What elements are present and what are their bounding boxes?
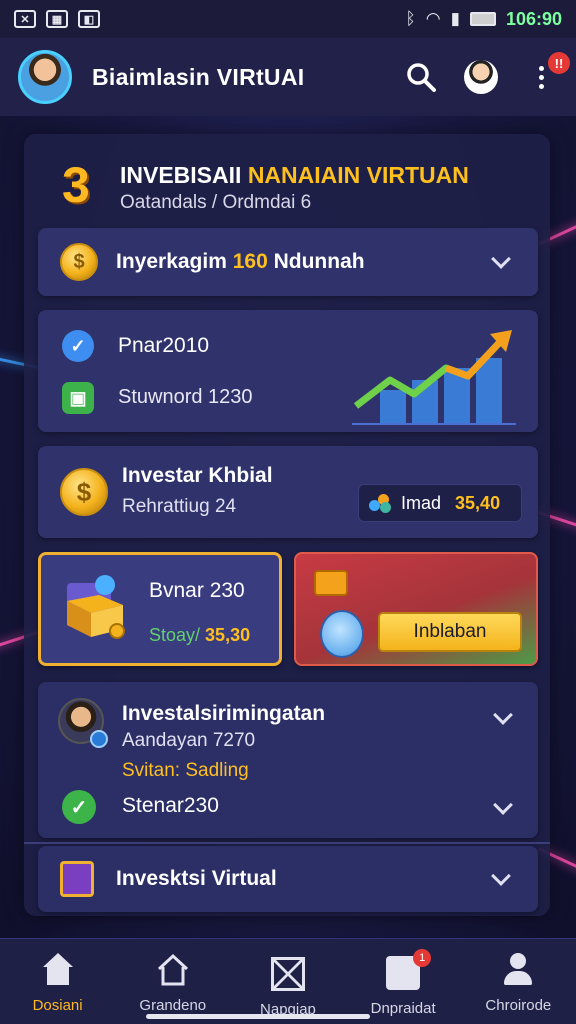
divider [24, 842, 550, 844]
check-icon: ▣ [62, 382, 94, 414]
clock: 106:90 [505, 8, 562, 29]
search-icon [90, 730, 108, 748]
virtual-row[interactable]: Invesktsi Virtual [38, 846, 538, 912]
detail-row-label: Stenar230 [122, 794, 219, 817]
action-button[interactable]: Inblaban [378, 612, 522, 652]
mascot-icon [320, 610, 364, 658]
coin-icon: $ [60, 243, 98, 281]
investor-stat-value: 35,40 [455, 492, 501, 513]
bluetooth-icon: ᛒ [405, 9, 416, 28]
wifi-icon: ◠ [425, 9, 441, 28]
box-icon [67, 575, 125, 639]
status-bar: ✕ ▦ ◧ ᛒ ◠ ▮ 106:90 [0, 0, 576, 38]
chevron-down-icon [491, 866, 511, 886]
x-icon: ✕ [14, 10, 36, 28]
qr-icon: ▦ [46, 10, 68, 28]
chevron-down-icon[interactable] [493, 705, 513, 725]
panel-title-main: INVEBISAII [120, 162, 248, 188]
investor-card[interactable]: $ Investar Khbial Rehrattiug 24 Imad 35,… [38, 446, 538, 538]
panel-title: INVEBISAII NANAIAIN VIRTUAN [120, 162, 469, 189]
nav-label: Dnpraidat [370, 1000, 436, 1017]
shield-icon: ◧ [78, 10, 100, 28]
profile-button[interactable] [464, 60, 498, 94]
detail-title: Investalsirimingatan [122, 702, 326, 725]
investor-title: Investar Khbial [122, 464, 273, 487]
stats-row-1: Pnar2010 [118, 334, 210, 357]
chevron-down-icon[interactable] [493, 795, 513, 815]
stats-card[interactable]: ✓ Pnar2010 ▣ Stuwnord 1230 [38, 310, 538, 432]
more-icon [538, 65, 544, 89]
box-card-stat: Stoay/ 35,30 [149, 625, 250, 646]
home-indicator[interactable] [146, 1014, 370, 1019]
investor-stat-pill[interactable]: Imad 35,40 [358, 484, 522, 522]
profile-icon [464, 60, 498, 94]
nav-item-profile[interactable]: Chroirode [468, 953, 568, 1014]
chevron-down-icon [491, 249, 511, 269]
investment-label-suffix: Ndunnah [267, 250, 365, 273]
home-icon [41, 953, 75, 987]
search-button[interactable] [404, 60, 438, 94]
user-icon [501, 953, 535, 987]
search-icon [407, 63, 436, 92]
box-card-value: 35,30 [205, 625, 251, 645]
box-card[interactable]: Bvnar 230 Stoay/ 35,30 [38, 552, 282, 666]
nav-badge: 1 [413, 949, 432, 967]
detail-card[interactable]: Investalsirimingatan Aandayan 7270 Svita… [38, 682, 538, 838]
avatar[interactable] [18, 50, 72, 104]
house-outline-icon [156, 953, 190, 987]
coin-icon: $ [60, 468, 108, 516]
investment-dropdown[interactable]: $ Inyerkagim 160 Ndunnah [38, 228, 538, 296]
action-card: Inblaban [294, 552, 538, 666]
battery-icon [469, 12, 496, 26]
check-icon: ✓ [62, 790, 96, 824]
detail-line-1: Aandayan 7270 [122, 730, 256, 751]
nav-item-mail[interactable]: Napgiap [238, 953, 338, 1018]
bubble-icon [369, 494, 393, 513]
app-title: Biaimlasin VIRtUAI [92, 63, 305, 90]
badge-icon [60, 861, 94, 897]
nav-item-house[interactable]: Grandeno [123, 953, 223, 1014]
investor-stat-label: Imad [401, 492, 442, 513]
check-icon: ✓ [62, 330, 94, 362]
level-number: 3 [62, 157, 90, 213]
status-left: ✕ ▦ ◧ [14, 10, 100, 28]
main-panel: 3 INVEBISAII NANAIAIN VIRTUAN Oatandals … [24, 134, 550, 916]
detail-line-2: Svitan: Sadling [122, 760, 249, 781]
chart-icon [352, 330, 516, 425]
box-card-key: Stoay/ [149, 625, 201, 645]
signal-icon: ▮ [450, 9, 460, 28]
header-actions: !! [404, 52, 570, 94]
bottom-nav: Dosiani Grandeno Napgiap 1 Dnpraidat Chr… [0, 938, 576, 1024]
nav-label: Dosiani [32, 997, 83, 1014]
more-button[interactable]: !! [524, 52, 570, 94]
notification-badge: !! [548, 52, 570, 74]
investment-value: 160 [232, 250, 268, 273]
box-card-title: Bvnar 230 [149, 579, 245, 602]
app-header: Biaimlasin VIRtUAI !! [0, 38, 576, 116]
nav-item-home[interactable]: Dosiani [8, 953, 108, 1014]
investor-subtitle: Rehrattiug 24 [122, 496, 237, 517]
investment-label: Inyerkagim 160 Ndunnah [116, 250, 365, 274]
panel-subtitle: Oatandals / Ordmdai 6 [120, 192, 312, 213]
cheese-icon [314, 570, 348, 596]
nav-label: Grandeno [139, 997, 207, 1014]
investment-label-prefix: Inyerkagim [116, 250, 233, 273]
panel-header: 3 INVEBISAII NANAIAIN VIRTUAN Oatandals … [24, 144, 550, 220]
panel-title-highlight: NANAIAIN VIRTUAN [247, 162, 469, 188]
mail-icon [270, 957, 305, 991]
virtual-label: Invesktsi Virtual [116, 867, 277, 890]
nav-label: Chroirode [485, 997, 552, 1014]
stats-row-2: Stuwnord 1230 [118, 386, 253, 408]
house-outline-svg [157, 953, 188, 986]
nav-item-cards[interactable]: 1 Dnpraidat [353, 949, 453, 1017]
status-right: ᛒ ◠ ▮ 106:90 [406, 9, 562, 30]
